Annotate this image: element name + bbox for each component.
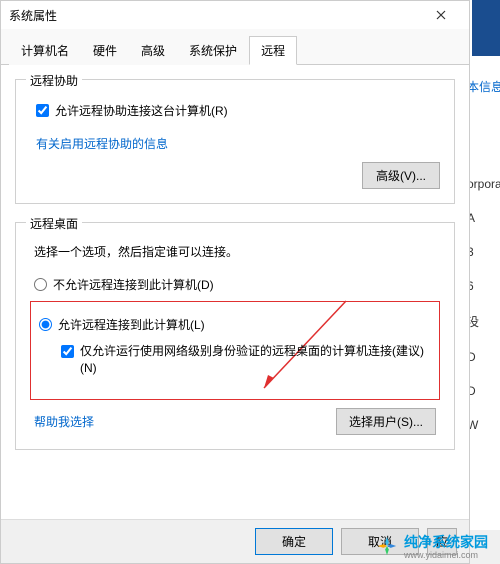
deny-remote-connection-label: 不允许远程连接到此计算机(D) [53,276,214,293]
allow-remote-assistance-row[interactable]: 允许远程协助连接这台计算机(R) [36,102,440,119]
bg-text: 本信息 [467,78,496,95]
bg-text: 3 [467,245,496,259]
allow-remote-connection-label: 允许远程连接到此计算机(L) [58,316,205,333]
highlight-annotation: 允许远程连接到此计算机(L) 仅允许运行使用网络级别身份验证的远程桌面的计算机连… [30,301,440,400]
bg-text: A [467,211,496,225]
remote-assistance-advanced-button[interactable]: 高级(V)... [362,162,440,189]
window-title: 系统属性 [9,7,421,24]
bg-text: D [467,384,496,398]
select-users-button[interactable]: 选择用户(S)... [336,408,436,435]
system-properties-dialog: 系统属性 计算机名 硬件 高级 系统保护 远程 远程协助 允许远程协助连接这台计… [0,0,470,564]
content-area: 远程协助 允许远程协助连接这台计算机(R) 有关启用远程协助的信息 高级(V).… [1,65,469,519]
help-me-choose-link[interactable]: 帮助我选择 [34,413,94,430]
bg-text: orporat [467,177,496,191]
nla-row[interactable]: 仅允许运行使用网络级别身份验证的远程桌面的计算机连接(建议)(N) [61,343,431,377]
allow-remote-assistance-label: 允许远程协助连接这台计算机(R) [55,102,228,119]
group-remote-desktop: 远程桌面 选择一个选项，然后指定谁可以连接。 不允许远程连接到此计算机(D) 允… [15,222,455,450]
close-icon [436,10,446,20]
titlebar: 系统属性 [1,1,469,29]
nla-label: 仅允许运行使用网络级别身份验证的远程桌面的计算机连接(建议)(N) [80,343,431,377]
tab-remote[interactable]: 远程 [249,36,297,65]
ok-button[interactable]: 确定 [255,528,333,555]
apply-button[interactable]: 应 [427,528,457,555]
group-title-remote-desktop: 远程桌面 [26,215,82,232]
allow-remote-assistance-checkbox[interactable] [36,104,49,117]
remote-desktop-description: 选择一个选项，然后指定谁可以连接。 [34,243,440,260]
deny-remote-connection-radio[interactable] [34,278,47,291]
dialog-footer: 确定 取消 应 [1,519,469,563]
group-title-remote-assistance: 远程协助 [26,72,82,89]
cancel-button[interactable]: 取消 [341,528,419,555]
allow-remote-connection-radio[interactable] [39,318,52,331]
allow-remote-connection-row[interactable]: 允许远程连接到此计算机(L) [39,316,431,333]
deny-remote-connection-row[interactable]: 不允许远程连接到此计算机(D) [34,276,440,293]
tab-advanced[interactable]: 高级 [129,36,177,65]
tab-system-protection[interactable]: 系统保护 [177,36,249,65]
close-button[interactable] [421,1,461,29]
bg-blue-strip [472,0,500,56]
remote-assistance-help-link[interactable]: 有关启用远程协助的信息 [36,135,168,152]
tab-bar: 计算机名 硬件 高级 系统保护 远程 [1,29,469,65]
bg-text: W [467,418,496,432]
group-remote-assistance: 远程协助 允许远程协助连接这台计算机(R) 有关启用远程协助的信息 高级(V).… [15,79,455,204]
bg-text: D [467,350,496,364]
nla-checkbox[interactable] [61,345,74,358]
tab-computer-name[interactable]: 计算机名 [9,36,81,65]
bg-text: 6 [467,279,496,293]
tab-hardware[interactable]: 硬件 [81,36,129,65]
bg-text: 没 [467,313,496,330]
